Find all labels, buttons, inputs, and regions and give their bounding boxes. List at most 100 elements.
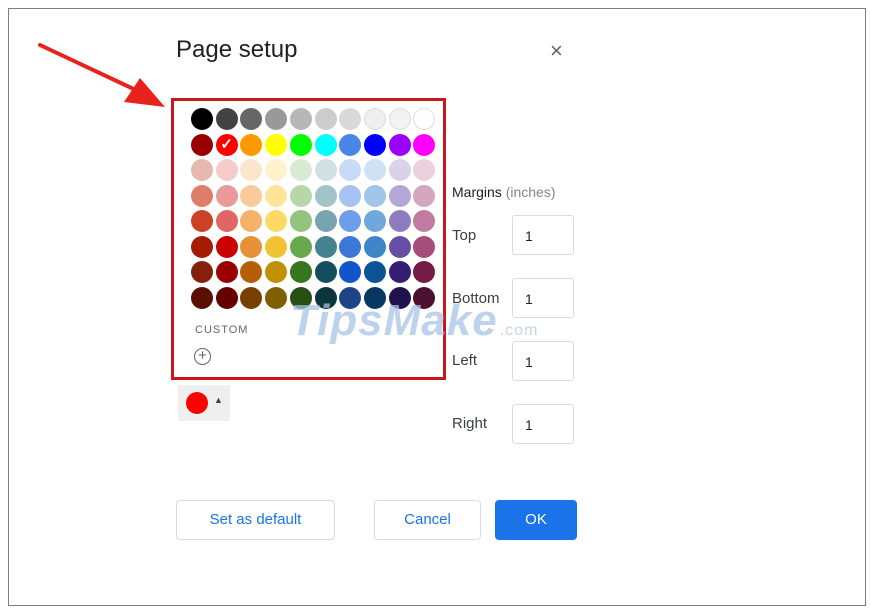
color-swatch[interactable]: [388, 184, 411, 207]
custom-label: CUSTOM: [195, 324, 249, 336]
color-swatch[interactable]: [413, 286, 436, 309]
color-swatch[interactable]: [215, 210, 238, 232]
color-swatch[interactable]: [191, 184, 213, 207]
page-color-swatch: [186, 392, 208, 414]
color-swatch[interactable]: [314, 261, 337, 283]
color-swatch[interactable]: [413, 261, 436, 283]
color-swatch[interactable]: [289, 210, 312, 232]
margin-left-label: Left: [452, 352, 478, 369]
dialog-title: Page setup: [176, 36, 298, 63]
margin-bottom-label: Bottom: [452, 290, 500, 307]
checkmark-icon: ✓: [220, 135, 233, 153]
color-swatch[interactable]: [388, 235, 411, 258]
color-swatch[interactable]: [265, 108, 288, 130]
color-swatch[interactable]: [191, 261, 213, 283]
color-swatch[interactable]: [215, 235, 238, 258]
color-swatch[interactable]: [265, 235, 288, 258]
color-swatch[interactable]: [363, 286, 386, 309]
color-swatch[interactable]: [339, 235, 362, 258]
color-swatch[interactable]: [413, 108, 436, 130]
color-swatch[interactable]: [240, 184, 263, 207]
color-swatch[interactable]: [191, 159, 213, 181]
color-swatch[interactable]: [388, 133, 411, 156]
color-swatch[interactable]: [388, 159, 411, 181]
color-swatch[interactable]: [363, 261, 386, 283]
margin-bottom-input[interactable]: 1: [512, 278, 574, 318]
color-swatch[interactable]: [240, 108, 263, 130]
margin-top-input[interactable]: 1: [512, 215, 574, 255]
color-swatch[interactable]: [289, 133, 312, 156]
color-swatch[interactable]: [314, 108, 337, 130]
color-swatch[interactable]: [363, 235, 386, 258]
color-swatch[interactable]: [413, 133, 436, 156]
color-swatch[interactable]: [265, 286, 288, 309]
color-palette-popup: ✓ CUSTOM +: [171, 98, 446, 380]
color-swatch[interactable]: [191, 108, 213, 130]
color-swatch[interactable]: [191, 286, 213, 309]
color-swatch[interactable]: [191, 235, 213, 258]
color-swatch[interactable]: [240, 210, 263, 232]
color-swatch[interactable]: [191, 133, 213, 156]
color-swatch[interactable]: [240, 133, 263, 156]
margin-right-input[interactable]: 1: [512, 404, 574, 444]
color-swatch[interactable]: [191, 210, 213, 232]
color-swatch[interactable]: [388, 210, 411, 232]
color-swatch[interactable]: [388, 261, 411, 283]
color-swatch[interactable]: [265, 261, 288, 283]
color-swatch[interactable]: [215, 286, 238, 309]
color-swatch[interactable]: [240, 159, 263, 181]
color-swatch[interactable]: [339, 286, 362, 309]
color-swatch[interactable]: [240, 286, 263, 309]
margin-left-input[interactable]: 1: [512, 341, 574, 381]
color-swatch[interactable]: [388, 108, 411, 130]
add-custom-color-icon[interactable]: +: [194, 348, 211, 365]
color-swatch[interactable]: [215, 159, 238, 181]
color-swatch[interactable]: [289, 159, 312, 181]
color-swatch[interactable]: [363, 210, 386, 232]
color-swatch[interactable]: [265, 159, 288, 181]
color-swatch[interactable]: [265, 184, 288, 207]
color-swatch[interactable]: [339, 184, 362, 207]
color-swatch[interactable]: [289, 286, 312, 309]
color-swatch[interactable]: [289, 108, 312, 130]
color-swatch[interactable]: [314, 210, 337, 232]
color-swatch[interactable]: [413, 235, 436, 258]
color-swatch[interactable]: [314, 184, 337, 207]
color-swatch[interactable]: [215, 261, 238, 283]
color-swatch[interactable]: [240, 261, 263, 283]
margin-top-label: Top: [452, 227, 477, 244]
color-swatch[interactable]: [314, 235, 337, 258]
margins-label: Margins: [452, 184, 502, 200]
color-swatch[interactable]: [339, 108, 362, 130]
color-swatch[interactable]: [388, 286, 411, 309]
color-swatch[interactable]: [289, 261, 312, 283]
close-icon[interactable]: ×: [550, 38, 563, 64]
color-swatch[interactable]: [363, 108, 386, 130]
caret-up-icon: ▲: [214, 395, 223, 405]
color-swatch[interactable]: [413, 159, 436, 181]
color-swatch[interactable]: [265, 210, 288, 232]
color-swatch[interactable]: [289, 184, 312, 207]
color-swatch[interactable]: [413, 210, 436, 232]
ok-button[interactable]: OK: [495, 500, 577, 540]
color-swatch[interactable]: [339, 159, 362, 181]
color-swatch[interactable]: [314, 159, 337, 181]
color-swatch[interactable]: [363, 133, 386, 156]
page-color-button[interactable]: ▲: [178, 385, 230, 421]
set-as-default-button[interactable]: Set as default: [176, 500, 335, 540]
color-swatch[interactable]: [215, 184, 238, 207]
color-swatch[interactable]: [215, 108, 238, 130]
color-swatch[interactable]: [314, 133, 337, 156]
color-swatch[interactable]: [413, 184, 436, 207]
color-swatch[interactable]: [265, 133, 288, 156]
color-swatch[interactable]: [363, 184, 386, 207]
color-swatch[interactable]: [339, 261, 362, 283]
color-swatch[interactable]: [314, 286, 337, 309]
color-swatch[interactable]: [363, 159, 386, 181]
color-swatch[interactable]: [240, 235, 263, 258]
color-swatch[interactable]: [289, 235, 312, 258]
cancel-button[interactable]: Cancel: [374, 500, 481, 540]
color-swatch[interactable]: [339, 133, 362, 156]
color-swatch[interactable]: [339, 210, 362, 232]
color-swatch[interactable]: ✓: [215, 133, 238, 156]
